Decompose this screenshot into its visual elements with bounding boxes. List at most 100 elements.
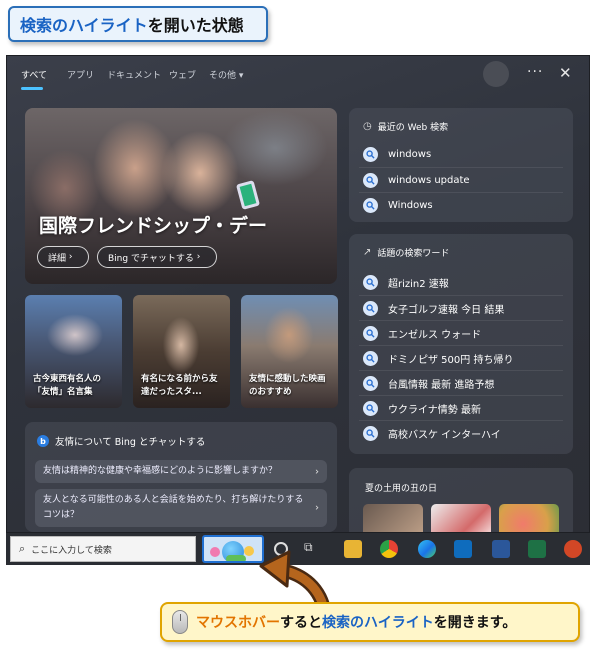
story-card-1[interactable]: 古今東西有名人の「友情」名言集 bbox=[25, 295, 122, 408]
active-tab-indicator bbox=[21, 87, 43, 90]
edge-icon[interactable] bbox=[418, 540, 436, 558]
title-rest-text: を開いた状態 bbox=[147, 16, 244, 35]
trending-item[interactable]: 超rizin2 速報 bbox=[359, 270, 563, 295]
leaf-icon bbox=[226, 555, 246, 561]
chat-question-text: 友情は精神的な健康や幸福感にどのように影響しますか？ bbox=[43, 466, 278, 476]
summer-image-1 bbox=[363, 504, 423, 532]
recent-item[interactable]: windows bbox=[359, 142, 563, 167]
chevron-right-icon: › bbox=[315, 502, 319, 514]
recent-item-label: windows bbox=[388, 149, 432, 160]
close-icon[interactable]: ✕ bbox=[559, 64, 572, 82]
recent-item[interactable]: windows update bbox=[359, 167, 563, 192]
recent-header: ◷ 最近の Web 検索 bbox=[363, 120, 448, 133]
recent-item-label: Windows bbox=[388, 199, 433, 211]
trending-item[interactable]: ドミノピザ 500円 持ち帰り bbox=[359, 345, 563, 370]
trending-item[interactable]: エンゼルス ウォード bbox=[359, 320, 563, 345]
taskbar-search-placeholder: ここに入力して検索 bbox=[31, 545, 112, 556]
tab-documents[interactable]: ドキュメント bbox=[107, 68, 161, 81]
chrome-icon[interactable] bbox=[380, 540, 398, 558]
chevron-right-icon: › bbox=[68, 252, 73, 262]
trending-header: ↗ 話題の検索ワード bbox=[363, 246, 449, 259]
title-callout: 検索のハイライト を開いた状態 bbox=[8, 6, 268, 42]
search-icon bbox=[363, 325, 378, 341]
flower-icon bbox=[210, 547, 220, 557]
tab-web[interactable]: ウェブ bbox=[169, 68, 196, 81]
summer-image-3 bbox=[499, 504, 559, 532]
details-button[interactable]: 詳細 › bbox=[37, 246, 89, 268]
search-icon bbox=[363, 375, 378, 391]
tab-more[interactable]: その他 ▾ bbox=[209, 68, 243, 81]
chat-question-text: 友人となる可能性のある人と会話を始めたり、打ち解けたりするコツは？ bbox=[43, 495, 304, 520]
trending-icon: ↗ bbox=[363, 247, 372, 258]
tab-more-label: その他 bbox=[209, 71, 237, 81]
trending-title: 話題の検索ワード bbox=[377, 249, 450, 259]
excel-icon[interactable] bbox=[528, 540, 546, 558]
chat-header: b 友情について Bing とチャットする bbox=[37, 434, 205, 448]
tab-apps[interactable]: アプリ bbox=[67, 68, 94, 81]
word-icon[interactable] bbox=[492, 540, 510, 558]
story-caption-1: 古今東西有名人の「友情」名言集 bbox=[33, 374, 102, 397]
trending-item-label: 超rizin2 速報 bbox=[388, 279, 449, 290]
callout-mouse-hover: マウスホバー bbox=[196, 615, 280, 631]
search-icon: ⌕ bbox=[19, 542, 26, 555]
trending-item[interactable]: 女子ゴルフ速報 今日 結果 bbox=[359, 295, 563, 320]
search-icon bbox=[363, 275, 378, 290]
chevron-down-icon: ▾ bbox=[238, 71, 244, 81]
search-icon bbox=[363, 147, 378, 162]
tab-all[interactable]: すべて bbox=[21, 68, 47, 81]
mouse-icon bbox=[172, 610, 188, 634]
trending-item-label: ウクライナ情勢 最新 bbox=[388, 404, 481, 416]
bing-chat-card: b 友情について Bing とチャットする 友情は精神的な健康や幸福感にどのよう… bbox=[25, 422, 337, 532]
top-nav: すべて アプリ ドキュメント ウェブ その他 ▾ ··· ✕ bbox=[7, 56, 589, 94]
search-icon bbox=[363, 350, 378, 366]
taskbar-search-box[interactable]: ⌕ ここに入力して検索 bbox=[10, 536, 196, 562]
search-icon bbox=[363, 425, 378, 441]
title-highlight-text: 検索のハイライト bbox=[20, 16, 148, 35]
hero-title: 国際フレンドシップ・デー bbox=[39, 215, 268, 237]
file-explorer-icon[interactable] bbox=[344, 540, 362, 558]
trending-item-label: エンゼルス ウォード bbox=[388, 329, 482, 341]
phone-image bbox=[235, 180, 261, 210]
callout-text-end: を開きます。 bbox=[433, 615, 517, 631]
chevron-right-icon: › bbox=[196, 252, 201, 262]
search-highlights-window: すべて アプリ ドキュメント ウェブ その他 ▾ ··· ✕ 国際フレンドシップ… bbox=[6, 55, 590, 533]
search-icon bbox=[363, 300, 378, 316]
chevron-right-icon: › bbox=[315, 466, 319, 477]
story-card-3[interactable]: 友情に感動した映画のおすすめ bbox=[241, 295, 338, 408]
flower-icon bbox=[244, 546, 254, 556]
more-options-icon[interactable]: ··· bbox=[527, 64, 543, 80]
trending-item-label: 女子ゴルフ速報 今日 結果 bbox=[388, 304, 505, 316]
chat-question-2[interactable]: 友人となる可能性のある人と会話を始めたり、打ち解けたりするコツは？ › bbox=[35, 489, 327, 527]
trending-item-label: 台風情報 最新 進路予想 bbox=[388, 379, 495, 391]
search-icon bbox=[363, 197, 378, 213]
summer-title: 夏の土用の丑の日 bbox=[365, 484, 438, 494]
bing-chat-label: Bing でチャットする bbox=[108, 253, 194, 264]
summer-card[interactable]: 夏の土用の丑の日 bbox=[349, 468, 573, 532]
details-label: 詳細 bbox=[48, 253, 67, 264]
story-caption-2: 有名になる前から友達だったスタ... bbox=[141, 374, 218, 397]
search-icon bbox=[363, 172, 378, 188]
summer-image-2 bbox=[431, 504, 491, 532]
avatar[interactable] bbox=[483, 61, 509, 87]
trending-item[interactable]: 台風情報 最新 進路予想 bbox=[359, 370, 563, 395]
callout-text: すると bbox=[280, 615, 322, 631]
powerpoint-icon[interactable] bbox=[564, 540, 582, 558]
trending-item-label: ドミノピザ 500円 持ち帰り bbox=[388, 354, 514, 366]
bing-icon: b bbox=[37, 435, 49, 447]
chat-question-1[interactable]: 友情は精神的な健康や幸福感にどのように影響しますか？ › bbox=[35, 460, 327, 483]
recent-item-label: windows update bbox=[388, 174, 470, 186]
story-caption-3: 友情に感動した映画のおすすめ bbox=[249, 374, 326, 397]
trending-item[interactable]: 高校バスケ インターハイ bbox=[359, 420, 563, 445]
recent-item[interactable]: Windows bbox=[359, 192, 563, 217]
recent-searches-panel: ◷ 最近の Web 検索 windows windows update Wind… bbox=[349, 108, 573, 222]
bing-chat-button[interactable]: Bing でチャットする › bbox=[97, 246, 217, 268]
trending-panel: ↗ 話題の検索ワード 超rizin2 速報 女子ゴルフ速報 今日 結果 エンゼル… bbox=[349, 234, 573, 454]
search-icon bbox=[363, 400, 378, 416]
trending-item[interactable]: ウクライナ情勢 最新 bbox=[359, 395, 563, 420]
instruction-callout: マウスホバーすると検索のハイライトを開きます。 bbox=[160, 602, 580, 642]
outlook-icon[interactable] bbox=[454, 540, 472, 558]
trending-item-label: 高校バスケ インターハイ bbox=[388, 429, 501, 441]
chat-title: 友情について Bing とチャットする bbox=[55, 437, 206, 448]
callout-highlight: 検索のハイライト bbox=[322, 615, 434, 631]
story-card-2[interactable]: 有名になる前から友達だったスタ... bbox=[133, 295, 230, 408]
